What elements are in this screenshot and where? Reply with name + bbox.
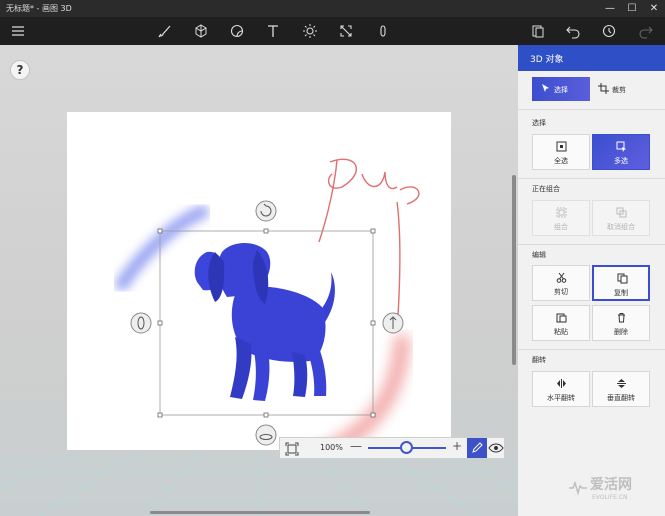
- divider: [518, 178, 665, 179]
- section-label-select: 选择: [532, 119, 546, 127]
- section-label-flip: 翻转: [532, 356, 546, 364]
- multi-select-icon: [616, 141, 626, 152]
- main-toolbar: [0, 17, 665, 45]
- select-mode-button[interactable]: 选择: [532, 77, 590, 101]
- ungroup-button[interactable]: 取消组合: [592, 200, 650, 236]
- close-button[interactable]: ✕: [643, 0, 665, 17]
- group-button[interactable]: 组合: [532, 200, 590, 236]
- paste-button[interactable]: 粘贴: [532, 305, 590, 341]
- fit-to-screen-icon[interactable]: [285, 441, 299, 456]
- dog-3d-model: [194, 243, 335, 401]
- history-icon[interactable]: [601, 23, 617, 39]
- cut-button[interactable]: 剪切: [532, 265, 590, 301]
- text-icon[interactable]: [265, 23, 281, 39]
- effects-icon[interactable]: [302, 23, 318, 39]
- copy-button[interactable]: 复制: [592, 265, 650, 301]
- divider: [518, 349, 665, 350]
- panel-header: 3D 对象: [518, 45, 665, 71]
- sticker-icon[interactable]: [229, 23, 245, 39]
- zoom-out-button[interactable]: —: [350, 439, 362, 453]
- clipboard-icon: [556, 313, 567, 323]
- zoom-in-button[interactable]: +: [452, 439, 462, 453]
- watermark: 爱活网 EVOLIFE.CN: [568, 472, 663, 512]
- multi-select-button[interactable]: 多选: [592, 134, 650, 170]
- copy-icon: [617, 273, 628, 284]
- flip-horizontal-button[interactable]: 水平翻转: [532, 371, 590, 407]
- select-all-button[interactable]: 全选: [532, 134, 590, 170]
- heartbeat-logo-icon: [569, 480, 587, 496]
- rotate-z-handle: [255, 200, 277, 222]
- flip-vertical-icon: [617, 379, 626, 388]
- eye-icon: [488, 443, 504, 453]
- zoom-bar: 100% — +: [279, 437, 505, 459]
- pen-toggle-button[interactable]: [467, 438, 487, 458]
- divider: [518, 109, 665, 110]
- title-bar: 无标题* - 画图 3D — ☐ ✕: [0, 0, 665, 17]
- crop-mode-button[interactable]: 裁剪: [590, 77, 648, 101]
- cursor-icon: [542, 84, 549, 92]
- section-label-group: 正在组合: [532, 185, 560, 193]
- ungroup-icon: [616, 207, 627, 218]
- flip-vertical-button[interactable]: 垂直翻转: [592, 371, 650, 407]
- depth-handle: [382, 312, 404, 334]
- crop-icon: [598, 83, 609, 94]
- canvas-icon[interactable]: [338, 23, 354, 39]
- panel-title: 3D 对象: [530, 55, 564, 65]
- 3d-floor-grid: [0, 450, 518, 516]
- properties-panel: 3D 对象 选择 裁剪 选择 全选 多选 正在组合 组合 取消组合 编辑 剪切 …: [518, 45, 665, 516]
- view-3d-button[interactable]: [488, 440, 504, 456]
- pen-icon: [472, 442, 483, 453]
- window-title: 无标题* - 画图 3D: [6, 4, 72, 13]
- flip-horizontal-icon: [557, 379, 566, 388]
- maximize-button[interactable]: ☐: [621, 0, 643, 17]
- drawing-canvas[interactable]: [67, 112, 451, 475]
- horizontal-scrollbar[interactable]: [150, 511, 370, 514]
- cube-icon[interactable]: [193, 23, 209, 39]
- canvas-drawing: [115, 158, 420, 475]
- brush-icon[interactable]: [157, 23, 173, 39]
- menu-icon[interactable]: [10, 23, 26, 39]
- undo-icon[interactable]: [565, 23, 581, 39]
- divider: [518, 244, 665, 245]
- 3d-library-icon[interactable]: [375, 23, 391, 39]
- blue-airbrush-stroke: [115, 205, 209, 291]
- help-button[interactable]: ?: [10, 60, 30, 80]
- zoom-slider-thumb[interactable]: [400, 441, 413, 454]
- scissors-icon: [556, 272, 567, 283]
- zoom-level: 100%: [320, 443, 343, 452]
- select-all-icon: [556, 141, 567, 152]
- trash-icon: [618, 313, 625, 323]
- delete-button[interactable]: 删除: [592, 305, 650, 341]
- redo-icon[interactable]: [638, 23, 654, 39]
- group-icon: [556, 207, 567, 218]
- rotate-y-handle: [130, 312, 152, 334]
- rotate-x-handle: [255, 424, 277, 446]
- paste-icon[interactable]: [530, 23, 546, 39]
- vertical-scrollbar[interactable]: [512, 175, 516, 365]
- minimize-button[interactable]: —: [599, 0, 621, 17]
- section-label-edit: 编辑: [532, 251, 546, 259]
- handwriting-pup: [318, 158, 420, 333]
